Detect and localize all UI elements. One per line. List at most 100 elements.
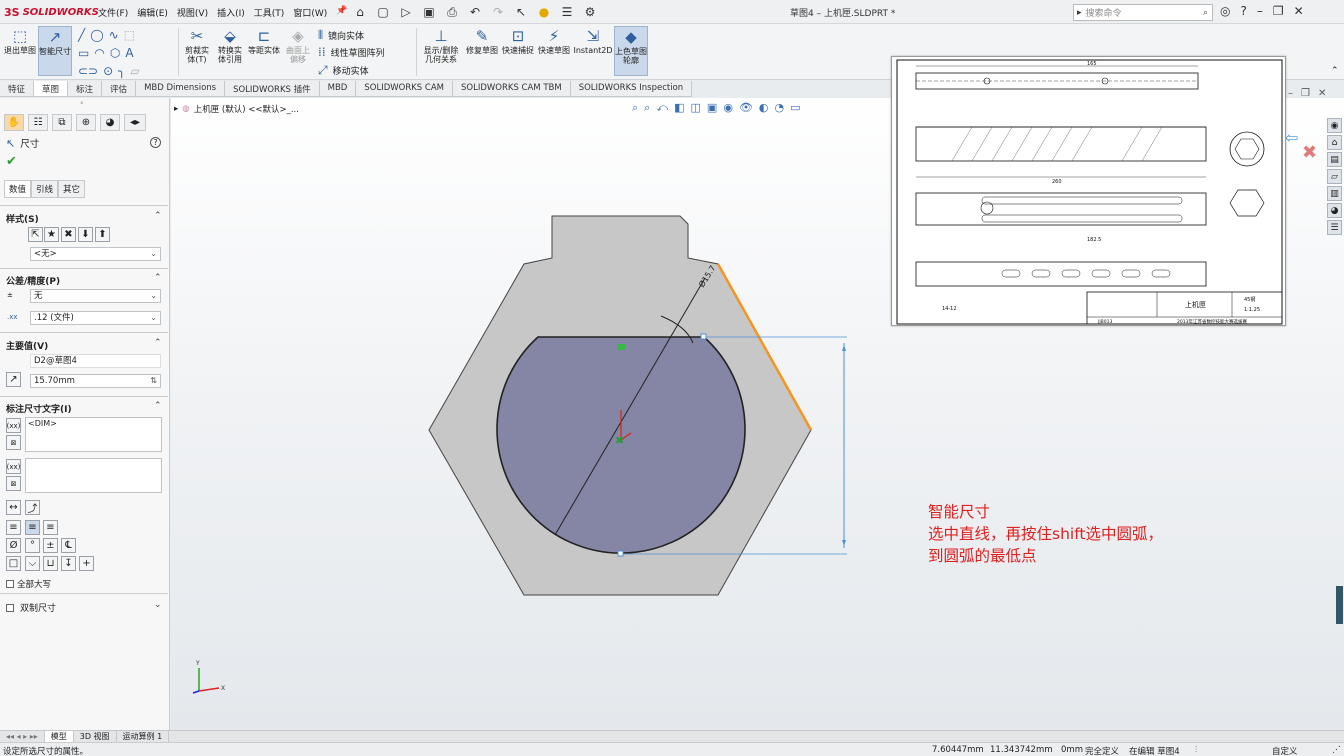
file-properties-icon[interactable]: ☰ [559, 4, 575, 20]
unit-precision-select[interactable]: .12 (文件) ⌄ [30, 311, 161, 325]
design-library-icon[interactable]: ▤ [1327, 152, 1342, 167]
dual-dimension-checkbox[interactable]: 双制尺寸 [6, 601, 56, 614]
more-symbols-icon[interactable]: + [79, 556, 94, 571]
square-symbol-icon[interactable]: □ [6, 556, 21, 571]
horizontal-relation-icon[interactable] [617, 344, 625, 350]
redo-icon[interactable]: ↷ [490, 4, 506, 20]
collapse-icon[interactable]: ⌃ [154, 401, 162, 411]
help-icon[interactable]: ? [1240, 4, 1246, 18]
arc-lowest-point[interactable] [617, 550, 624, 557]
cancel-x-icon[interactable]: ✖ [1302, 142, 1317, 163]
confirm-arrow-icon[interactable]: ⇦ [1285, 128, 1298, 147]
menu-tools[interactable]: 工具(T) [254, 6, 285, 19]
config-manager-icon[interactable]: ⧉ [52, 114, 72, 131]
undo-icon[interactable]: ↶ [467, 4, 483, 20]
tab-cam[interactable]: SOLIDWORKS CAM [356, 81, 453, 96]
display-manager-icon[interactable]: ◕ [100, 114, 120, 131]
center-text-icon[interactable]: ↔ [6, 500, 21, 515]
tab-addins[interactable]: SOLIDWORKS 插件 [225, 81, 320, 96]
align-center-icon[interactable]: ≡ [25, 520, 40, 535]
print-icon[interactable]: ⎙ [444, 4, 460, 20]
quick-snaps-button[interactable]: ⊡ 快速捕捉 [502, 26, 534, 76]
user-icon[interactable]: ◎ [1220, 4, 1230, 18]
spline-icon[interactable]: ∿ [109, 28, 119, 42]
offset-on-surface-button[interactable]: ◈ 曲面上偏移 [283, 26, 313, 76]
appearances-icon[interactable]: ◕ [1327, 203, 1342, 218]
restore-icon[interactable]: ❐ [1301, 88, 1310, 99]
diameter-symbol-icon[interactable]: Ø [6, 538, 21, 553]
chord-endpoint[interactable] [700, 333, 707, 340]
tab-mbd[interactable]: MBD [319, 81, 357, 96]
all-caps-checkbox[interactable]: 全部大写 [6, 578, 51, 590]
ribbon-collapse-icon[interactable]: ⌃ [1331, 66, 1339, 76]
tab-sketch[interactable]: 草图 [34, 81, 69, 96]
dimension-text-top-field[interactable]: <DIM> [25, 417, 162, 452]
degree-symbol-icon[interactable]: ° [25, 538, 40, 553]
home-icon[interactable]: ⌂ [1327, 135, 1342, 150]
select-icon[interactable]: ↖ [513, 4, 529, 20]
close-icon[interactable]: ✕ [1318, 88, 1326, 99]
tab-other[interactable]: 其它 [58, 180, 86, 198]
menu-edit[interactable]: 编辑(E) [137, 6, 168, 19]
align-right-icon[interactable]: ≡ [43, 520, 58, 535]
plane-icon[interactable]: ▱ [130, 64, 139, 78]
point-icon[interactable]: ⬚ [124, 28, 135, 42]
tab-model[interactable]: 模型 [44, 731, 74, 742]
pin-icon[interactable]: 📌 [336, 6, 347, 19]
depth-symbol-icon[interactable]: ↧ [61, 556, 76, 571]
open-icon[interactable]: ▷ [398, 4, 414, 20]
text-expand-icon[interactable]: ⊠ [6, 435, 21, 450]
help-icon[interactable]: ? [150, 137, 161, 148]
polygon-icon[interactable]: ⬡ [110, 46, 120, 60]
new-doc-icon[interactable]: ▢ [375, 4, 391, 20]
tolerance-type-select[interactable]: 无 ⌄ [30, 289, 161, 303]
delete-style-icon[interactable]: ✖ [61, 227, 76, 242]
tab-leaders[interactable]: 引线 [31, 180, 59, 198]
dimension-text-section-header[interactable]: 标注尺寸文字(I) [6, 402, 72, 415]
fillet-icon[interactable]: ╮ [118, 64, 125, 78]
exit-sketch-button[interactable]: ⬚ 退出草图 [4, 26, 36, 76]
text-icon[interactable]: A [125, 46, 133, 60]
style-select[interactable]: <无> ⌄ [30, 247, 161, 261]
text-above-icon[interactable]: (xx) [6, 418, 21, 433]
collapse-icon[interactable]: ⌃ [154, 338, 162, 348]
more-tabs-icon[interactable]: ◂▸ [124, 114, 146, 131]
apply-default-style-icon[interactable]: ⇱ [28, 227, 43, 242]
spin-arrows-icon[interactable]: ⇅ [150, 375, 157, 387]
plus-minus-symbol-icon[interactable]: ± [43, 538, 58, 553]
collapse-icon[interactable]: ⌃ [154, 273, 162, 283]
load-style-icon[interactable]: ⬆ [95, 227, 110, 242]
side-grip[interactable] [1336, 586, 1343, 624]
app-logo[interactable]: 3S SOLIDWORKS [4, 5, 99, 19]
convert-entities-button[interactable]: ⬙ 转换实体引用 [215, 26, 245, 76]
tab-inspection[interactable]: SOLIDWORKS Inspection [570, 81, 693, 96]
rectangle-icon[interactable]: ▭ [78, 46, 89, 60]
mirror-entities-button[interactable]: ⫴ 镜向实体 [318, 28, 364, 43]
property-manager-icon[interactable]: ☷ [28, 114, 48, 131]
line-icon[interactable]: ╱ [78, 28, 85, 42]
save-icon[interactable]: ▣ [421, 4, 437, 20]
tab-features[interactable]: 特征 [0, 81, 35, 96]
slot-icon[interactable]: ⊂⊃ [78, 64, 98, 78]
circle-icon[interactable]: ◯ [90, 28, 103, 42]
linear-pattern-button[interactable]: ⁞⁞ 线性草图阵列 [318, 45, 385, 59]
countersink-symbol-icon[interactable]: ⌵ [25, 556, 40, 571]
tab-evaluate[interactable]: 评估 [102, 81, 137, 96]
rebuild-icon[interactable]: ● [536, 4, 552, 20]
origin-icon[interactable]: ✖ [615, 434, 624, 447]
tolerance-section-header[interactable]: 公差/精度(P) [6, 274, 60, 287]
file-explorer-icon[interactable]: ▱ [1327, 169, 1342, 184]
options-gear-icon[interactable]: ⚙ [582, 4, 598, 20]
rapid-sketch-button[interactable]: ⚡ 快速草图 [538, 26, 570, 76]
offset-text-icon[interactable]: ⤴ [25, 500, 40, 515]
tab-mbd-dimensions[interactable]: MBD Dimensions [136, 81, 226, 96]
text-below-icon[interactable]: (xx) [6, 459, 21, 474]
ellipse-icon[interactable]: ⊙ [103, 64, 113, 78]
search-commands-input[interactable]: ▸ 搜索命令 ⌕ [1073, 4, 1213, 21]
repair-sketch-button[interactable]: ✎ 修复草图 [466, 26, 498, 76]
menu-file[interactable]: 文件(F) [98, 6, 128, 19]
collapse-icon[interactable]: ⌃ [154, 211, 162, 221]
offset-entities-button[interactable]: ⊏ 等距实体 [248, 26, 280, 76]
search-icon[interactable]: ⌕ [1203, 8, 1208, 18]
tab-nav-arrows[interactable]: ◂◂ ◂ ▸ ▸▸ [0, 731, 45, 742]
